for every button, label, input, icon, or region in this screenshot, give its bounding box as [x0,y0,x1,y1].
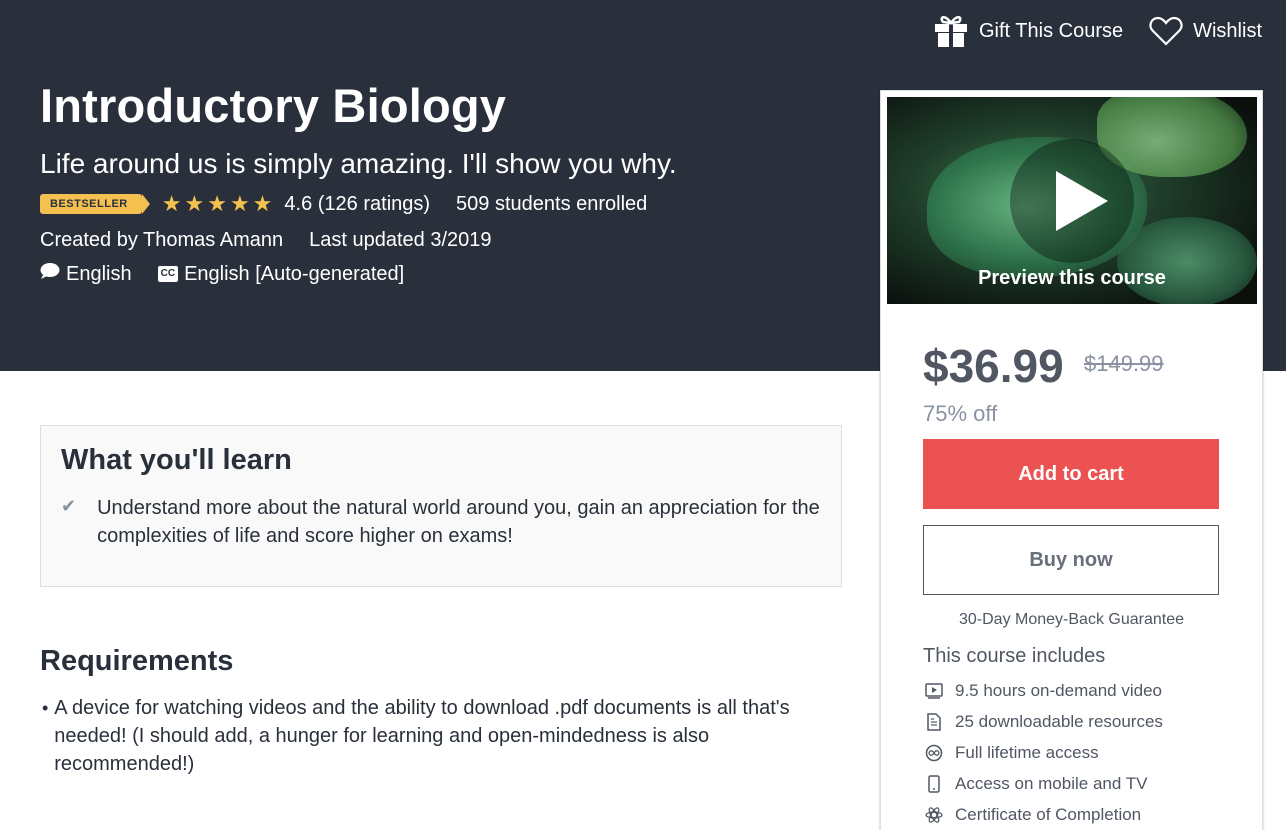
purchase-card: Preview this course $36.99 $149.99 75% o… [880,90,1263,830]
star-icon: ★ [229,191,250,216]
list-item: 25 downloadable resources [923,706,1163,737]
mobile-icon [923,773,945,795]
include-label: Access on mobile and TV [955,773,1148,793]
star-icon: ★ [161,191,182,216]
list-item: Full lifetime access [923,737,1163,768]
last-updated: Last updated 3/2019 [309,228,492,251]
money-back-guarantee: 30-Day Money-Back Guarantee [959,611,1184,628]
heart-icon [1149,16,1183,46]
course-language: English [40,262,132,286]
course-captions: CC English [Auto-generated] [157,262,405,286]
what-you-learn-box: What you'll learn ✔ Understand more abou… [40,425,842,587]
requirements-list: • A device for watching videos and the a… [40,694,840,778]
original-price: $149.99 [1084,351,1164,376]
captions-label: English [Auto-generated] [184,262,405,285]
requirements-title: Requirements [40,645,234,677]
bullet-icon: • [42,698,49,718]
certificate-icon [923,804,945,826]
list-item: Certificate of Completion [923,799,1163,830]
includes-list: 9.5 hours on-demand video 25 downloadabl… [923,675,1163,830]
play-icon[interactable] [1010,139,1134,263]
gift-icon [933,14,969,48]
wishlist-button[interactable]: Wishlist [1149,16,1262,46]
bestseller-badge: BESTSELLER [40,194,150,214]
buy-now-button[interactable]: Buy now [923,525,1219,595]
rating-stars: ★ ★ ★ ★ ★ [162,191,273,217]
rating-count[interactable]: 4.6 (126 ratings) [284,193,430,216]
gift-course-button[interactable]: Gift This Course [933,14,1123,48]
learn-item-text: Understand more about the natural world … [97,497,820,547]
list-item: 9.5 hours on-demand video [923,675,1163,706]
add-to-cart-button[interactable]: Add to cart [923,439,1219,509]
include-label: Certificate of Completion [955,804,1142,824]
course-preview[interactable]: Preview this course [887,97,1257,304]
wishlist-label: Wishlist [1193,19,1262,42]
language-row: English CC English [Auto-generated] [40,260,404,288]
includes-title: This course includes [923,645,1106,667]
video-icon [923,680,945,702]
list-item: • A device for watching videos and the a… [40,694,840,778]
file-icon [923,711,945,733]
rating-row: BESTSELLER ★ ★ ★ ★ ★ 4.6 (126 ratings) 5… [40,190,647,218]
author-row: Created by Thomas Amann Last updated 3/2… [40,226,492,254]
star-half-icon: ★ [252,191,273,216]
include-label: Full lifetime access [955,742,1099,762]
requirement-text: A device for watching videos and the abi… [54,697,790,775]
header-actions: Gift This Course Wishlist [933,14,1262,48]
gift-label: Gift This Course [978,19,1124,42]
created-by[interactable]: Created by Thomas Amann [40,229,283,252]
list-item: ✔ Understand more about the natural worl… [61,494,831,550]
course-subtitle: Life around us is simply amazing. I'll s… [40,148,677,179]
course-title: Introductory Biology [40,79,507,132]
current-price: $36.99 [923,340,1064,392]
preview-label: Preview this course [978,267,1166,289]
discount-percent: 75% off [923,401,998,426]
infinity-icon [923,742,945,764]
checkmark-icon: ✔ [61,496,77,516]
star-icon: ★ [184,191,205,216]
closed-captions-icon: CC [157,266,179,282]
list-item: Access on mobile and TV [923,768,1163,799]
star-icon: ★ [207,191,227,216]
include-label: 9.5 hours on-demand video [955,680,1162,700]
comment-icon [40,262,60,286]
enrolled-count: 509 students enrolled [456,192,648,215]
preview-image-detail [1117,217,1257,304]
language-label: English [66,262,132,285]
section-title: What you'll learn [61,444,292,476]
include-label: 25 downloadable resources [955,711,1163,731]
